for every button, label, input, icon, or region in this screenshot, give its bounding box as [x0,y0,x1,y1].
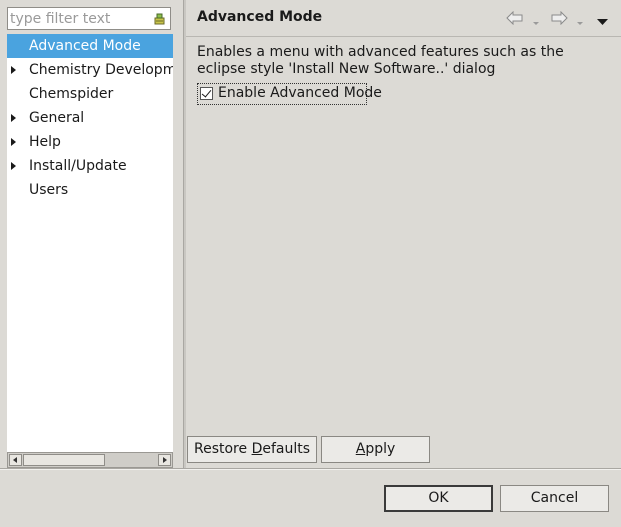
back-arrow-icon[interactable] [506,10,524,29]
tree-item-label: Users [29,182,69,198]
tree-item-label: General [29,110,85,126]
preference-tree-panel: Advanced Mode Chemistry Developm Chemspi… [0,0,183,468]
forward-dropdown-icon[interactable] [577,14,583,30]
restore-defaults-text-pre: Restore [193,441,252,457]
tree-item-advanced-mode[interactable]: Advanced Mode [7,34,173,58]
expand-arrow-icon[interactable] [11,66,16,74]
apply-button[interactable]: Apply [321,436,430,463]
tree-item-install-update[interactable]: Install/Update [7,154,173,178]
tree-item-general[interactable]: General [7,106,173,130]
tree-item-chemistry-development[interactable]: Chemistry Developm [7,58,173,82]
tree-item-label: Chemspider [29,86,114,102]
view-menu-icon[interactable] [597,14,608,30]
dialog-separator-highlight [0,469,621,470]
page-title: Advanced Mode [197,9,323,25]
preference-tree[interactable]: Advanced Mode Chemistry Developm Chemspi… [7,34,173,452]
back-dropdown-icon[interactable] [533,14,539,30]
clear-filter-icon[interactable] [152,11,167,26]
preference-page: Advanced Mode Enables a menu with advanc… [186,0,621,468]
tree-item-label: Install/Update [29,158,127,174]
apply-text-post: pply [365,441,396,457]
enable-advanced-mode-label: Enable Advanced Mode [218,85,382,101]
tree-item-users[interactable]: Users [7,178,173,202]
scroll-right-icon[interactable] [158,454,171,466]
tree-item-label: Help [29,134,61,150]
forward-arrow-icon[interactable] [550,10,568,29]
filter-input[interactable] [10,9,148,28]
scroll-left-icon[interactable] [9,454,22,466]
expand-arrow-icon[interactable] [11,114,16,122]
ok-button[interactable]: OK [384,485,493,512]
page-description: Enables a menu with advanced features su… [197,44,564,77]
restore-defaults-button[interactable]: Restore Defaults [187,436,317,463]
enable-advanced-mode-checkbox[interactable] [200,87,213,100]
restore-defaults-text-post: efaults [262,441,311,457]
tree-item-label: Advanced Mode [29,38,141,54]
apply-mnemonic: A [355,441,366,457]
tree-horizontal-scrollbar[interactable] [7,452,173,468]
cancel-button[interactable]: Cancel [500,485,609,512]
enable-advanced-mode-option[interactable]: Enable Advanced Mode [197,83,382,105]
tree-item-chemspider[interactable]: Chemspider [7,82,173,106]
expand-arrow-icon[interactable] [11,138,16,146]
expand-arrow-icon[interactable] [11,162,16,170]
tree-item-help[interactable]: Help [7,130,173,154]
scrollbar-thumb[interactable] [23,454,105,466]
title-separator [186,36,621,37]
filter-field[interactable] [7,7,171,30]
tree-item-label: Chemistry Developm [29,62,173,78]
restore-defaults-mnemonic: D [251,441,263,457]
